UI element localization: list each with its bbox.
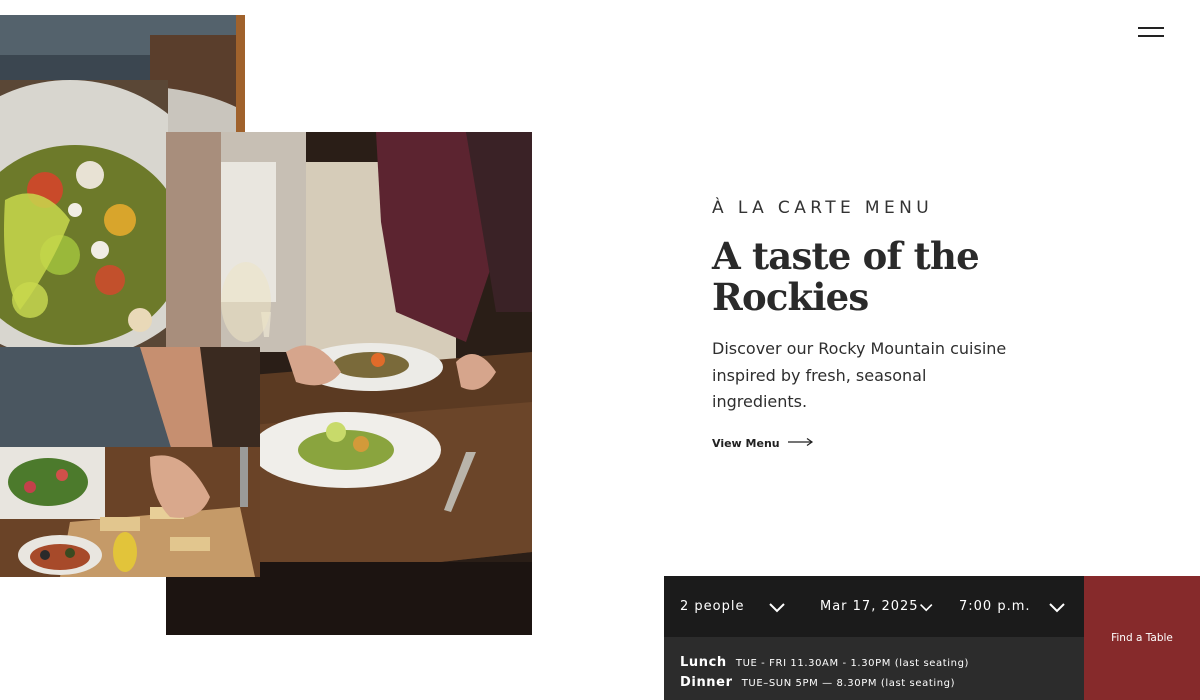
party-size-select[interactable]: 2 people bbox=[664, 576, 804, 637]
arrow-right-icon bbox=[787, 437, 814, 450]
hero-description: Discover our Rocky Mountain cuisine insp… bbox=[712, 339, 1007, 411]
chevron-down-icon bbox=[919, 603, 932, 611]
chevron-down-icon bbox=[1049, 602, 1065, 612]
view-menu-label: View Menu bbox=[712, 436, 780, 450]
date-value: Mar 17, 2025 bbox=[820, 599, 919, 614]
hours-detail: TUE–SUN 5PM — 8.30PM (last seating) bbox=[741, 678, 956, 689]
find-table-button[interactable]: Find a Table bbox=[1084, 576, 1200, 700]
hamburger-bar-bottom bbox=[1138, 35, 1164, 37]
hours-label: Dinner bbox=[680, 675, 733, 690]
view-menu-link[interactable]: View Menu bbox=[712, 437, 814, 450]
reservation-selectors: 2 people Mar 17, 2025 7:00 p.m. bbox=[664, 576, 1084, 637]
hours-dinner: Dinner TUE–SUN 5PM — 8.30PM (last seatin… bbox=[680, 671, 1084, 691]
hours-lunch: Lunch TUE - FRI 11.30AM - 1.30PM (last s… bbox=[680, 651, 1084, 671]
appetizer-board-photo bbox=[0, 347, 260, 577]
time-select[interactable]: 7:00 p.m. bbox=[943, 576, 1084, 637]
hamburger-icon[interactable] bbox=[1138, 24, 1166, 42]
hamburger-bar-top bbox=[1138, 27, 1164, 29]
hours-panel: Lunch TUE - FRI 11.30AM - 1.30PM (last s… bbox=[664, 637, 1084, 700]
time-value: 7:00 p.m. bbox=[959, 599, 1031, 614]
party-size-value: 2 people bbox=[680, 599, 745, 614]
hours-detail: TUE - FRI 11.30AM - 1.30PM (last seating… bbox=[735, 658, 970, 669]
page-title: A taste of the Rockies bbox=[712, 234, 980, 319]
hours-label: Lunch bbox=[680, 655, 727, 670]
chevron-down-icon bbox=[769, 602, 785, 612]
plated-salad-photo bbox=[0, 80, 168, 348]
hero-section: À LA CARTE MENU A taste of the Rockies D… bbox=[712, 198, 1092, 451]
reservation-widget: 2 people Mar 17, 2025 7:00 p.m. Find a T… bbox=[664, 576, 1200, 700]
date-select[interactable]: Mar 17, 2025 bbox=[804, 576, 943, 637]
menu-eyebrow: À LA CARTE MENU bbox=[712, 198, 934, 218]
